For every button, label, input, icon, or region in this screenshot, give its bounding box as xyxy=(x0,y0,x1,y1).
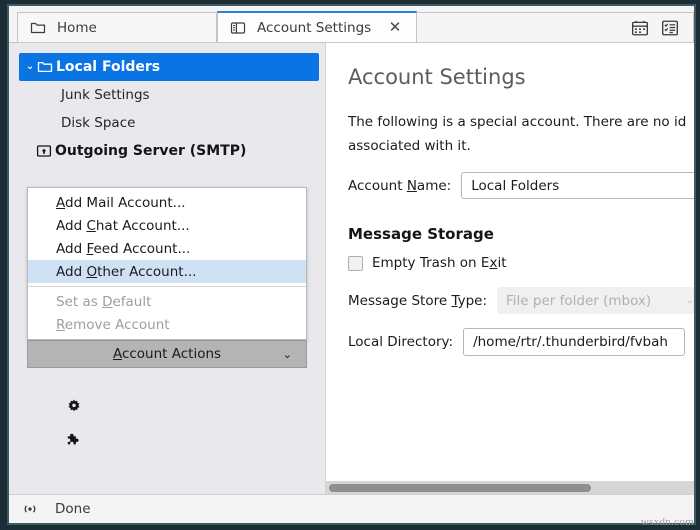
window-body: ⌄ Local Folders Junk Settings Disk Space xyxy=(9,43,694,494)
tab-strip: Home Account Settings ✕ xyxy=(9,6,694,43)
section-heading-message-storage: Message Storage xyxy=(348,225,494,244)
account-tree: ⌄ Local Folders Junk Settings Disk Space xyxy=(9,43,325,165)
page-title: Account Settings xyxy=(348,65,526,89)
local-directory-input[interactable] xyxy=(463,328,686,357)
empty-trash-row: Empty Trash on Exit xyxy=(348,255,694,271)
message-store-type-row: Message Store Type: File per folder (mbo… xyxy=(348,287,694,315)
settings-gear-icon[interactable] xyxy=(65,398,83,416)
folder-icon xyxy=(37,61,53,73)
sidebar-item-disk-space[interactable]: Disk Space xyxy=(9,109,325,137)
chevron-down-icon: ⌄ xyxy=(282,347,292,361)
sidebar-item-label: Local Folders xyxy=(56,59,161,75)
tab-account-settings-label: Account Settings xyxy=(257,19,372,36)
menu-item-add-chat-account[interactable]: Add Chat Account... xyxy=(28,214,306,237)
sidebar-item-label: Outgoing Server (SMTP) xyxy=(55,143,247,159)
menu-separator xyxy=(28,286,306,287)
message-store-type-label: Message Store Type: xyxy=(348,292,488,309)
folder-icon xyxy=(30,22,46,33)
menu-item-add-feed-account[interactable]: Add Feed Account... xyxy=(28,237,306,260)
watermark: wsxdn.com xyxy=(640,516,694,528)
chevron-down-icon: ⌄ xyxy=(685,295,694,307)
sidebar-item-junk-settings[interactable]: Junk Settings xyxy=(9,81,325,109)
account-settings-pane: Account Settings The following is a spec… xyxy=(326,43,694,494)
sidebar-item-local-folders[interactable]: ⌄ Local Folders xyxy=(19,53,319,81)
tab-strip-filler xyxy=(417,12,694,42)
outgoing-server-icon xyxy=(36,145,52,157)
close-icon[interactable]: ✕ xyxy=(386,19,404,37)
account-name-label: Account Name: xyxy=(348,177,452,194)
horizontal-scrollbar-thumb[interactable] xyxy=(329,484,591,492)
menu-item-remove-account: Remove Account xyxy=(56,316,170,333)
account-actions-area: Add Mail Account... Add Chat Account... … xyxy=(9,187,325,368)
menu-item-add-mail-account[interactable]: Add Mail Account... xyxy=(28,191,306,214)
application-window: Home Account Settings ✕ ⌄ Local Folders … xyxy=(7,4,696,525)
local-directory-label: Local Directory: xyxy=(348,334,454,351)
account-actions-button[interactable]: Account Actions ⌄ xyxy=(27,340,307,368)
status-text: Done xyxy=(55,501,91,517)
description-line-2: associated with it. xyxy=(348,137,471,154)
connection-signal-icon xyxy=(24,505,36,513)
local-directory-row: Local Directory: xyxy=(348,328,694,357)
chevron-down-icon[interactable]: ⌄ xyxy=(23,62,37,72)
tab-account-settings[interactable]: Account Settings ✕ xyxy=(217,11,417,42)
message-store-type-select: File per folder (mbox) ⌄ xyxy=(497,287,694,315)
calendar-icon[interactable] xyxy=(631,19,649,37)
description-line-1: The following is a special account. Ther… xyxy=(348,114,687,130)
empty-trash-label: Empty Trash on Exit xyxy=(372,255,507,272)
horizontal-scrollbar[interactable] xyxy=(326,481,694,494)
panel-layout-icon xyxy=(230,21,246,34)
tab-home-label: Home xyxy=(57,19,97,36)
status-bar: Done xyxy=(9,494,694,523)
menu-item-set-as-default: Set as Default xyxy=(56,293,152,310)
sidebar-item-outgoing-server[interactable]: Outgoing Server (SMTP) xyxy=(9,137,325,165)
account-actions-button-label: Account Actions xyxy=(112,346,222,362)
empty-trash-checkbox[interactable] xyxy=(348,255,363,271)
menu-item-add-other-account[interactable]: Add Other Account... xyxy=(28,260,306,283)
sidebar-item-label: Junk Settings xyxy=(61,87,150,103)
tab-home[interactable]: Home xyxy=(17,12,217,42)
account-actions-menu: Add Mail Account... Add Chat Account... … xyxy=(27,187,307,340)
sidebar-item-label: Disk Space xyxy=(61,115,136,131)
settings-scroll-area: Account Settings The following is a spec… xyxy=(326,43,694,481)
sidebar-tools xyxy=(9,398,325,450)
account-name-row: Account Name: xyxy=(348,172,694,200)
tasks-icon[interactable] xyxy=(661,19,679,37)
addons-puzzle-icon[interactable] xyxy=(65,432,83,450)
message-store-type-value: File per folder (mbox) xyxy=(506,292,652,309)
accounts-sidebar: ⌄ Local Folders Junk Settings Disk Space xyxy=(9,43,326,494)
account-name-input[interactable] xyxy=(461,172,694,200)
